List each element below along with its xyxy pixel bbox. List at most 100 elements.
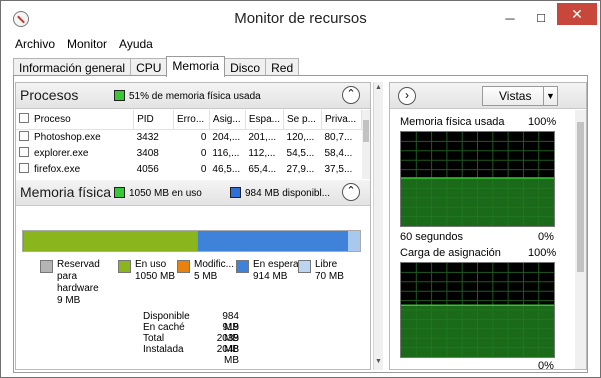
processes-header[interactable]: Procesos 51% de memoria física usada ⌃ [16, 83, 370, 109]
commit-charge-graph-fill [401, 305, 554, 357]
scroll-up-arrow-icon[interactable]: ▲ [375, 84, 382, 91]
legend-value: 9 MB [57, 295, 81, 306]
column-header-shareable[interactable]: Se p... [283, 110, 322, 130]
processes-summary-text: 51% de memoria física usada [129, 91, 261, 102]
stats-value: 984 MB [222, 311, 239, 333]
left-pane-scrollbar[interactable]: ▲ ▼ [373, 82, 383, 370]
tab-strip: Información general CPU Memoria Disco Re… [13, 56, 300, 77]
graphs-header: › Vistas ▼ [390, 83, 586, 109]
tab-memory[interactable]: Memoria [166, 56, 226, 77]
left-pane: Procesos 51% de memoria física usada ⌃ P… [15, 82, 371, 370]
menu-archivo[interactable]: Archivo [13, 36, 57, 52]
memory-tab-content: Procesos 51% de memoria física usada ⌃ P… [13, 76, 588, 373]
graph1-min: 0% [538, 231, 554, 243]
commit-charge-graph [400, 262, 555, 358]
row-checkbox[interactable] [19, 147, 29, 157]
process-name: firefox.exe [34, 164, 81, 175]
tab-overview[interactable]: Información general [13, 58, 132, 76]
row-checkbox[interactable] [19, 163, 29, 173]
graph2-title: Carga de asignación [400, 247, 501, 259]
column-header-errors[interactable]: Erro... [173, 110, 210, 130]
process-pid: 4056 [136, 163, 159, 175]
memory-stats: Disponible 984 MB En caché 919 MB Total 2039 … [143, 311, 239, 366]
chevron-down-icon[interactable]: ▼ [543, 87, 557, 105]
process-working-set: 201,... [248, 131, 277, 143]
menu-monitor[interactable]: Monitor [65, 36, 109, 52]
stats-label: Total [143, 333, 165, 344]
process-name: Photoshop.exe [34, 132, 101, 144]
legend-label: Reservad para hardware 9 MB [57, 259, 115, 307]
menu-ayuda[interactable]: Ayuda [117, 36, 155, 52]
stats-row: Instalada 2048 MB [143, 344, 239, 366]
physical-memory-header[interactable]: Memoria física 1050 MB en uso 984 MB dis… [16, 180, 370, 206]
legend-value: 70 MB [315, 271, 344, 282]
expand-panel-icon[interactable]: › [398, 87, 416, 105]
processes-scrollbar-thumb[interactable] [363, 120, 369, 142]
process-shareable: 54,5... [286, 147, 315, 159]
physical-memory-graph [400, 131, 555, 227]
process-commit: 46,5... [212, 163, 241, 175]
tab-disk[interactable]: Disco [224, 58, 267, 76]
commit-charge-graph-canvas [401, 263, 554, 357]
process-errors: 0 [200, 163, 207, 175]
minimize-button[interactable]: ─ [498, 11, 522, 27]
stats-row: En caché 919 MB [143, 322, 239, 344]
process-private: 58,4... [324, 147, 353, 159]
legend-swatch [177, 260, 190, 273]
process-commit: 204,... [212, 131, 241, 143]
maximize-button[interactable]: ☐ [529, 11, 553, 27]
in-use-swatch [114, 187, 125, 198]
legend-swatch [118, 260, 131, 273]
column-header-label: Proceso [34, 114, 71, 126]
memory-usage-swatch [114, 90, 125, 101]
process-private: 80,7... [324, 131, 353, 143]
views-dropdown[interactable]: Vistas ▼ [482, 86, 558, 106]
stats-value: 2039 MB [216, 333, 239, 355]
process-commit: 116,... [212, 147, 240, 159]
table-row[interactable]: Photoshop.exe 3432 0 204,... 201,... 120… [16, 129, 362, 145]
column-header-process[interactable]: Proceso [16, 110, 135, 130]
memory-in-use-text: 1050 MB en uso [129, 188, 202, 199]
physical-memory-graph-fill [401, 178, 554, 226]
graphs-scrollbar[interactable] [575, 110, 586, 369]
tab-network[interactable]: Red [265, 58, 300, 76]
process-name: explorer.exe [34, 148, 89, 159]
right-pane-graphs: › Vistas ▼ Memoria física usada 100% 60 … [389, 82, 587, 370]
processes-scrollbar[interactable] [362, 110, 370, 179]
process-errors: 0 [200, 147, 207, 159]
table-header-row: Proceso PID Erro... Asig... Espa... Se p… [16, 110, 363, 130]
views-dropdown-label: Vistas [499, 89, 532, 103]
close-button[interactable]: ✕ [557, 3, 597, 25]
physical-memory-bar [22, 230, 361, 252]
memory-bar-segment [24, 231, 198, 251]
legend-label: Libre 70 MB [315, 259, 370, 283]
column-header-commit[interactable]: Asig... [209, 110, 246, 130]
legend-swatch [298, 260, 311, 273]
stats-row: Total 2039 MB [143, 333, 239, 355]
memory-available-info: 984 MB disponibl... [230, 187, 330, 199]
process-errors: 0 [200, 131, 207, 143]
table-row[interactable]: firefox.exe 4056 0 46,5... 65,4... 27,9.… [16, 161, 362, 177]
collapse-processes-button[interactable]: ⌃ [342, 86, 360, 104]
physical-memory-graph-canvas [401, 132, 554, 226]
stats-row: Disponible 984 MB [143, 311, 239, 333]
select-all-checkbox[interactable] [19, 113, 29, 124]
row-checkbox[interactable] [19, 131, 29, 142]
column-header-pid[interactable]: PID [133, 110, 174, 130]
tab-cpu[interactable]: CPU [130, 58, 168, 76]
stats-value: 2048 MB [216, 344, 239, 366]
table-row[interactable]: explorer.exe 3408 0 116,... 112,... 54,5… [16, 145, 362, 161]
column-header-private[interactable]: Priva... [321, 110, 363, 130]
scroll-down-arrow-icon[interactable]: ▼ [375, 358, 382, 365]
column-header-working-set[interactable]: Espa... [245, 110, 285, 130]
title-bar[interactable]: Monitor de recursos ─ ☐ ✕ [1, 1, 600, 37]
collapse-physical-memory-button[interactable]: ⌃ [342, 183, 360, 201]
graph1-max: 100% [528, 116, 557, 128]
graphs-scrollbar-thumb[interactable] [577, 122, 584, 272]
graph1-time: 60 segundos [400, 231, 463, 243]
legend-swatch [236, 260, 249, 273]
process-shareable: 120,... [286, 131, 315, 143]
stats-label: Instalada [143, 344, 184, 355]
memory-bar-segment [197, 231, 349, 251]
graph2-min: 0% [538, 360, 554, 370]
